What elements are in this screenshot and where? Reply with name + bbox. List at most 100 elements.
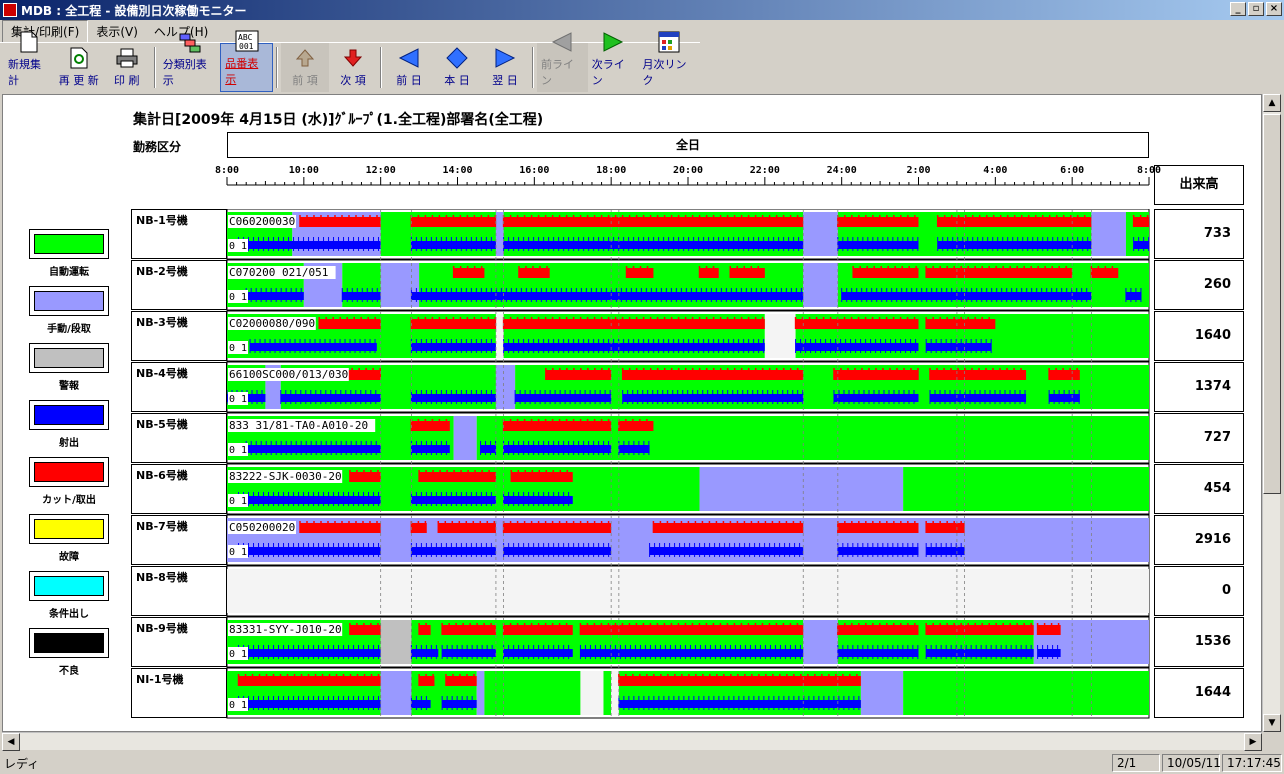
cut-bar bbox=[349, 625, 381, 635]
state-segment bbox=[476, 671, 485, 715]
output-value: 0 bbox=[1154, 566, 1244, 616]
monthly-link-button[interactable]: 月次リンク bbox=[639, 31, 700, 92]
shot-bar bbox=[342, 292, 381, 300]
horizontal-scrollbar[interactable]: ◀ ▶ bbox=[2, 732, 1262, 751]
output-value: 733 bbox=[1154, 209, 1244, 259]
state-segment bbox=[903, 467, 1149, 511]
cut-bar bbox=[1049, 370, 1080, 380]
machine-timeline: C02000080/090 0 1 bbox=[226, 310, 1150, 362]
machine-label[interactable]: NB-8号機 bbox=[131, 566, 227, 616]
state-segment bbox=[803, 263, 838, 307]
state-segment bbox=[453, 416, 477, 460]
state-segment bbox=[860, 671, 904, 715]
cut-bar bbox=[618, 676, 861, 686]
scroll-thumb[interactable] bbox=[1263, 114, 1281, 494]
axis-tick-label: 18:00 bbox=[596, 165, 626, 176]
machine-label[interactable]: NB-2号機 bbox=[131, 260, 227, 310]
restore-button[interactable]: ▫ bbox=[1248, 2, 1264, 16]
cut-bar bbox=[511, 472, 573, 482]
machine-label[interactable]: NB-3号機 bbox=[131, 311, 227, 361]
cut-bar bbox=[503, 319, 765, 329]
new-report-button[interactable]: 新規集計 bbox=[4, 31, 55, 92]
scroll-up-icon[interactable]: ▲ bbox=[1263, 94, 1281, 112]
shift-label: 勤務区分 bbox=[133, 140, 182, 154]
menu-file[interactable]: 集計/印刷(F) bbox=[2, 19, 89, 43]
machine-timeline: C070200 021/051 0 1 bbox=[226, 259, 1150, 311]
state-segment bbox=[227, 569, 1149, 613]
close-button[interactable]: × bbox=[1266, 2, 1282, 16]
machine-timeline: 0 1 bbox=[226, 667, 1150, 719]
cut-bar bbox=[653, 523, 804, 533]
prev-line-button[interactable]: 前ライン bbox=[537, 32, 588, 92]
machine-label[interactable]: NB-4号機 bbox=[131, 362, 227, 412]
shot-bar bbox=[411, 445, 450, 453]
refresh-button[interactable]: 再 更 新 bbox=[55, 43, 103, 92]
print-button[interactable]: 印 刷 bbox=[103, 43, 151, 92]
output-value: 1644 bbox=[1154, 668, 1244, 718]
machine-timeline: 66100SC000/013/030 0 1 bbox=[226, 361, 1150, 413]
scroll-down-icon[interactable]: ▼ bbox=[1263, 714, 1281, 732]
next-day-button[interactable]: 翌 日 bbox=[481, 43, 529, 92]
svg-text:001: 001 bbox=[239, 42, 254, 51]
machine-timeline: 83331-SYY-J010-20 0 1 bbox=[226, 616, 1150, 668]
menu-view[interactable]: 表示(V) bbox=[88, 21, 146, 42]
arrow-right-icon bbox=[493, 47, 517, 69]
cut-bar bbox=[518, 268, 550, 278]
shot-bar bbox=[926, 547, 965, 555]
shot-counter: 0 1 bbox=[229, 445, 247, 456]
shot-bar bbox=[503, 547, 612, 555]
machine-label[interactable]: NB-6号機 bbox=[131, 464, 227, 514]
calendar-icon bbox=[657, 31, 681, 53]
output-value: 260 bbox=[1154, 260, 1244, 310]
shot-counter: 0 1 bbox=[229, 292, 247, 303]
report-title: 集計日[2009年 4月15日 (水)]ｸﾞﾙｰﾌﾟ(1.全工程)部署名(全工程… bbox=[133, 112, 544, 128]
cut-bar bbox=[411, 421, 450, 431]
vertical-scrollbar[interactable]: ▲ ▼ bbox=[1262, 94, 1281, 732]
toolbar-separator bbox=[532, 47, 534, 88]
shot-bar bbox=[411, 649, 439, 657]
next-item-button[interactable]: 次 項 bbox=[329, 43, 377, 92]
shot-counter: 0 1 bbox=[229, 241, 247, 252]
product-view-button[interactable]: ABC 001 品番表示 bbox=[220, 30, 273, 92]
shot-counter: 0 1 bbox=[229, 547, 247, 558]
machine-timeline: 833 31/81-TA0-A010-20 0 1 bbox=[226, 412, 1150, 464]
machine-label[interactable]: NB-9号機 bbox=[131, 617, 227, 667]
state-segment bbox=[380, 263, 420, 307]
cut-bar bbox=[837, 217, 919, 227]
product-code: 66100SC000/013/030 bbox=[229, 368, 348, 381]
prev-item-button[interactable]: 前 項 bbox=[281, 43, 329, 92]
shot-bar bbox=[411, 496, 496, 504]
axis-tick-label: 20:00 bbox=[673, 165, 703, 176]
shot-bar bbox=[503, 445, 612, 453]
axis-tick-label: 6:00 bbox=[1060, 165, 1084, 176]
machine-label[interactable]: NB-5号機 bbox=[131, 413, 227, 463]
minimize-button[interactable]: _ bbox=[1230, 2, 1246, 16]
machine-label[interactable]: NB-1号機 bbox=[131, 209, 227, 259]
category-icon bbox=[178, 33, 202, 53]
axis-tick-label: 10:00 bbox=[289, 165, 319, 176]
title-bar: MDB : 全工程 - 設備別日次稼働モニター _ ▫ × bbox=[0, 0, 1284, 20]
shot-bar bbox=[480, 445, 496, 453]
shot-bar bbox=[1125, 292, 1142, 300]
state-segment bbox=[803, 212, 838, 256]
cut-bar bbox=[926, 523, 965, 533]
shot-bar bbox=[238, 496, 381, 504]
scroll-right-icon[interactable]: ▶ bbox=[1244, 733, 1262, 751]
shot-bar bbox=[930, 394, 1027, 402]
shot-bar bbox=[250, 343, 377, 351]
machine-timeline: C060200030 0 1 bbox=[226, 209, 1150, 260]
cut-bar bbox=[299, 217, 381, 227]
today-button[interactable]: 本 日 bbox=[433, 43, 481, 92]
state-segment bbox=[495, 314, 504, 358]
scroll-left-icon[interactable]: ◀ bbox=[2, 733, 20, 751]
cut-bar bbox=[349, 472, 381, 482]
prev-day-button[interactable]: 前 日 bbox=[385, 43, 433, 92]
product-code: 83222-SJK-0030-20 bbox=[229, 470, 342, 483]
category-view-button[interactable]: 分類別表示 bbox=[159, 33, 220, 92]
machine-label[interactable]: NB-7号機 bbox=[131, 515, 227, 565]
machine-label[interactable]: NI-1号機 bbox=[131, 668, 227, 718]
machine-timeline: 83222-SJK-0030-20 0 1 bbox=[226, 463, 1150, 515]
cut-bar bbox=[837, 523, 919, 533]
next-line-button[interactable]: 次ライン bbox=[588, 32, 639, 92]
product-code: C060200030 bbox=[229, 215, 295, 228]
